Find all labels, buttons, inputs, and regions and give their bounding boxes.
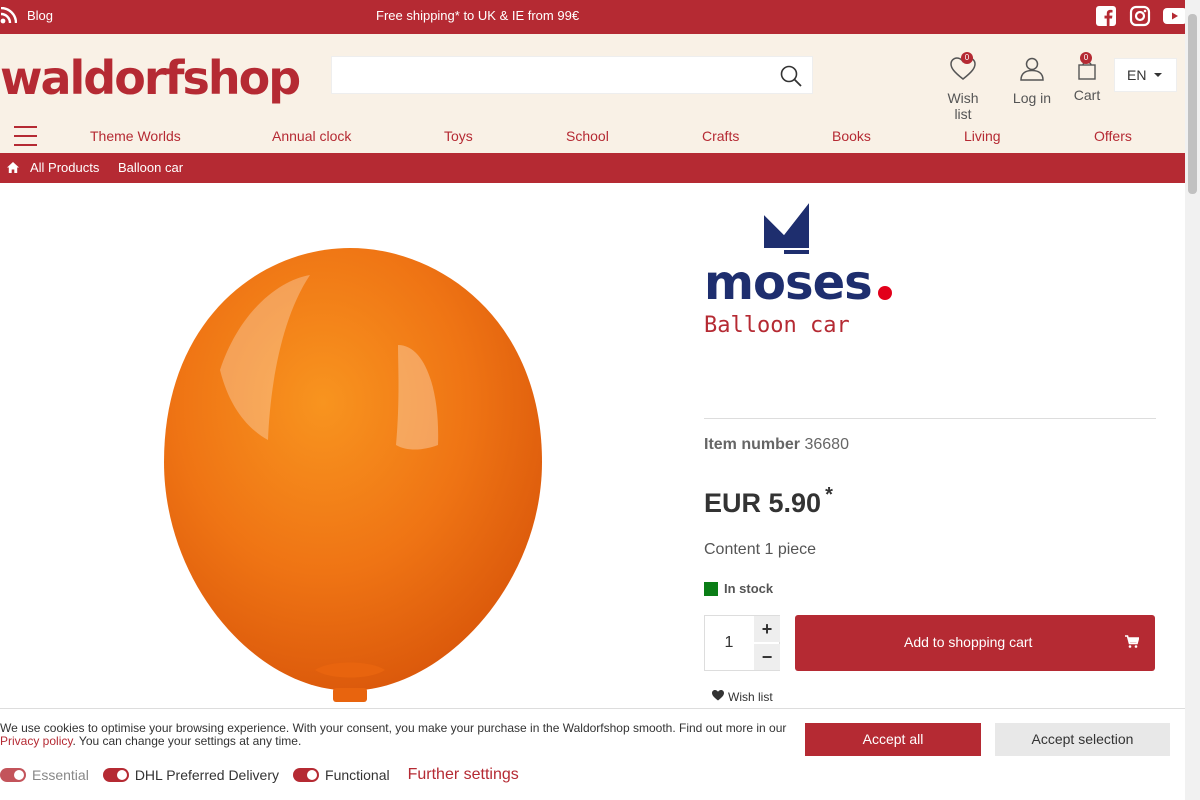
social-links bbox=[1095, 5, 1187, 27]
wishlist-label: Wish list bbox=[947, 90, 979, 122]
login-label: Log in bbox=[1012, 90, 1052, 106]
quantity-input[interactable]: 1 bbox=[705, 616, 753, 670]
stock-status: In stock bbox=[704, 581, 773, 596]
privacy-policy-link[interactable]: Privacy policy bbox=[0, 734, 72, 748]
cart-icon bbox=[1125, 635, 1140, 651]
top-bar: Blog Free shipping* to UK & IE from 99€ bbox=[0, 0, 1187, 34]
chevron-down-icon bbox=[1154, 73, 1163, 77]
main-nav: Theme Worlds Annual clock Toys School Cr… bbox=[0, 122, 1185, 152]
nav-item-school[interactable]: School bbox=[566, 128, 609, 144]
blog-label: Blog bbox=[27, 7, 54, 23]
breadcrumb-item-current: Balloon car bbox=[118, 160, 184, 175]
dhl-switch[interactable] bbox=[102, 768, 129, 782]
nav-item-books[interactable]: Books bbox=[832, 128, 871, 144]
home-icon[interactable] bbox=[7, 161, 19, 176]
price-value: EUR 5.90 bbox=[704, 488, 822, 518]
toggle-dhl-preferred-delivery[interactable]: DHL Preferred Delivery bbox=[102, 767, 280, 783]
nav-item-living[interactable]: Living bbox=[964, 128, 1001, 144]
divider bbox=[704, 418, 1156, 419]
add-to-cart-button[interactable]: Add to shopping cart bbox=[795, 615, 1155, 671]
toggle-essential: Essential bbox=[0, 767, 89, 783]
wishlist-link[interactable]: Wish list bbox=[712, 690, 773, 704]
language-value: EN bbox=[1127, 67, 1147, 83]
sail-icon bbox=[764, 203, 809, 254]
login-button[interactable]: Log in bbox=[1010, 54, 1054, 106]
breadcrumb: ​All Products Balloon car bbox=[0, 153, 1185, 183]
breadcrumb-item-all-products[interactable]: ​All Products bbox=[30, 160, 99, 175]
cart-count-badge: 0 bbox=[1080, 52, 1092, 64]
blog-link[interactable]: Blog bbox=[0, 0, 53, 30]
product-content: Content 1 piece bbox=[704, 541, 817, 558]
cart-label: Cart bbox=[1073, 87, 1101, 103]
youtube-icon[interactable] bbox=[1163, 5, 1187, 27]
accept-all-button[interactable]: Accept all bbox=[805, 723, 981, 756]
essential-switch bbox=[0, 768, 26, 782]
user-icon bbox=[1019, 57, 1045, 84]
cart-button[interactable]: 0 Cart bbox=[1070, 52, 1104, 103]
facebook-icon[interactable] bbox=[1095, 5, 1117, 27]
brand-name: moses bbox=[704, 255, 873, 311]
item-number-value: 36680 bbox=[804, 436, 849, 453]
nav-item-annual-clock[interactable]: Annual clock bbox=[272, 128, 351, 144]
nav-item-toys[interactable]: Toys bbox=[444, 128, 473, 144]
product-title: Balloon car bbox=[704, 313, 850, 338]
cookie-text-after: . You can change your settings at any ti… bbox=[72, 734, 302, 748]
stock-label: In stock bbox=[724, 581, 774, 596]
nav-item-offers[interactable]: Offers bbox=[1094, 128, 1132, 144]
stock-indicator bbox=[704, 581, 718, 596]
functional-label: Functional bbox=[325, 767, 390, 783]
instagram-icon[interactable] bbox=[1129, 5, 1151, 27]
dhl-label: DHL Preferred Delivery bbox=[134, 767, 280, 783]
nav-item-theme-worlds[interactable]: Theme Worlds bbox=[90, 128, 181, 144]
cookie-toggles: Essential DHL Preferred Delivery Functio… bbox=[0, 766, 519, 784]
search-icon[interactable] bbox=[780, 65, 802, 92]
page-scrollbar[interactable] bbox=[1185, 0, 1200, 800]
site-header: waldorfshop 0 Wish list Log in 0 Cart EN… bbox=[0, 34, 1185, 153]
further-settings-link[interactable]: Further settings bbox=[408, 766, 519, 784]
cookie-text-before: We use cookies to optimise your browsing… bbox=[0, 721, 787, 735]
wishlist-button[interactable]: 0 Wish list bbox=[937, 52, 989, 122]
site-logo[interactable]: waldorfshop bbox=[0, 54, 301, 102]
decrement-button[interactable]: − bbox=[754, 644, 780, 670]
scrollbar-thumb[interactable] bbox=[1188, 14, 1197, 194]
heart-icon bbox=[712, 690, 724, 704]
search-input[interactable] bbox=[332, 57, 762, 93]
menu-icon[interactable] bbox=[14, 126, 37, 146]
add-to-cart-label: Add to shopping cart bbox=[904, 634, 1033, 650]
essential-label: Essential bbox=[32, 767, 89, 783]
language-selector[interactable]: EN bbox=[1114, 58, 1177, 92]
quantity-stepper: 1 + − bbox=[704, 615, 780, 671]
toggle-functional[interactable]: Functional bbox=[293, 767, 390, 783]
price-footnote-mark: * bbox=[825, 484, 833, 506]
product-image[interactable] bbox=[150, 240, 550, 710]
cookie-text: We use cookies to optimise your browsing… bbox=[0, 722, 790, 748]
brand-logo: moses Balloon car bbox=[704, 200, 904, 340]
item-number: Item number 36680 bbox=[704, 436, 849, 454]
increment-button[interactable]: + bbox=[754, 616, 780, 642]
brand-dot bbox=[878, 286, 892, 300]
functional-switch[interactable] bbox=[293, 768, 320, 782]
wishlist-count-badge: 0 bbox=[961, 52, 973, 64]
shipping-notice: Free shipping* to UK & IE from 99€ bbox=[376, 8, 580, 23]
accept-selection-button[interactable]: Accept selection bbox=[995, 723, 1170, 756]
rss-icon bbox=[0, 6, 17, 24]
nav-item-crafts[interactable]: Crafts bbox=[702, 128, 739, 144]
page: Blog Free shipping* to UK & IE from 99€ … bbox=[0, 0, 1200, 800]
search-bar bbox=[331, 56, 813, 94]
cookie-banner: We use cookies to optimise your browsing… bbox=[0, 708, 1185, 800]
wishlist-link-label: Wish list bbox=[728, 690, 773, 704]
product-price: EUR 5.90 * bbox=[704, 484, 833, 519]
item-number-label: Item number bbox=[704, 436, 801, 453]
